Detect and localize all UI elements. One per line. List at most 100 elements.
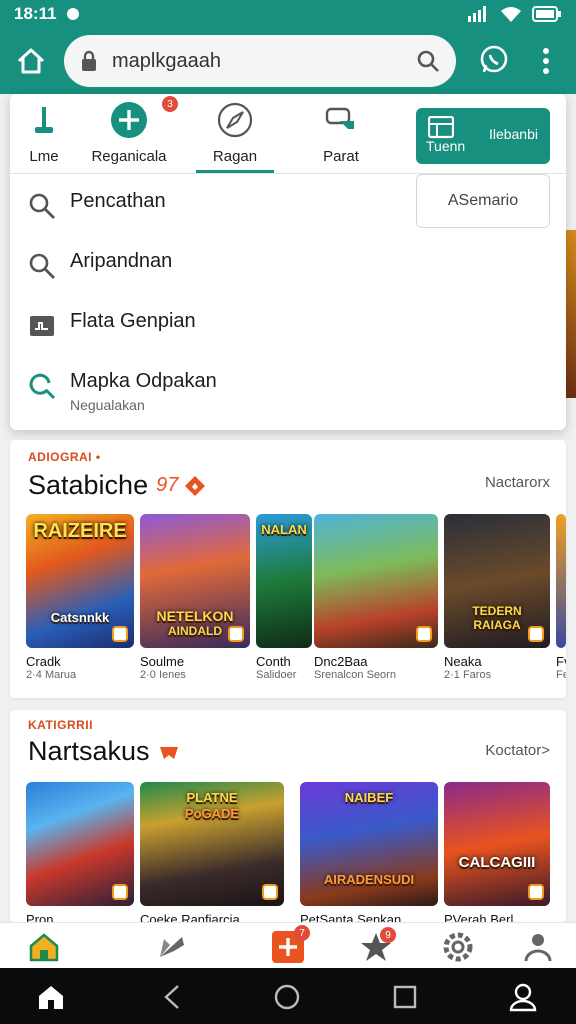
tab-parat[interactable]: Parat	[316, 100, 366, 172]
favorites-button[interactable]: 9	[360, 927, 396, 963]
suggestion-item[interactable]: Mapka Odpakan Negualakan	[28, 370, 217, 413]
game-meta: 2·0 Ienes	[140, 669, 186, 681]
game-art-title: NETELKON	[156, 608, 234, 624]
suggestion-subtext: Negualakan	[70, 397, 145, 413]
game-art-title: TEDERN	[472, 604, 522, 618]
more-vert-icon[interactable]	[536, 46, 556, 76]
add-button[interactable]: 7	[272, 925, 310, 963]
game-name: Cradk	[26, 654, 61, 669]
home-icon[interactable]	[14, 44, 48, 78]
game-art-title: NAIBEF	[344, 790, 394, 805]
game-art-title: NALAN	[261, 522, 307, 537]
see-more-link[interactable]: Koctator>	[485, 742, 550, 759]
controller-icon	[325, 107, 354, 129]
game-thumbnail: RAIZEIRE Catsnnkk	[26, 514, 134, 648]
search-refresh-icon	[29, 373, 56, 400]
section-title: Satabiche 97	[28, 470, 206, 501]
section-title-badge: 97	[156, 474, 179, 496]
tab-lme[interactable]: Lme	[24, 100, 64, 172]
game-card[interactable]: RAIZEIRE Catsnnkk Cradk 2·4 Marua	[26, 514, 134, 681]
game-name: Soulme	[140, 654, 185, 669]
battery-icon	[532, 6, 561, 22]
game-name: Dnc2Baa	[314, 654, 368, 669]
background-content-edge	[566, 230, 576, 398]
game-card[interactable]: Fv Fe	[556, 514, 566, 681]
tab-label: Reganicala	[91, 148, 167, 165]
game-art-title: CALCAGIII	[458, 854, 536, 871]
home-icon[interactable]	[28, 931, 60, 963]
account-icon[interactable]	[508, 982, 538, 1012]
recents-icon[interactable]	[390, 982, 420, 1012]
suggestion-item[interactable]: Pencathan	[28, 190, 166, 220]
game-card[interactable]: Pron	[26, 782, 134, 927]
game-card[interactable]: CALCAGIII PVerah Berl	[444, 782, 550, 927]
joystick-icon	[35, 107, 53, 133]
game-thumbnail	[314, 514, 438, 648]
game-art-subtitle: Catsnnkk	[50, 610, 110, 625]
game-thumbnail: NAIBEF AIRADENSUDI	[300, 782, 438, 906]
suggestion-item[interactable]: Aripandnan	[28, 250, 172, 280]
browser-toolbar	[0, 28, 576, 94]
game-badge-icon	[228, 626, 244, 642]
search-icon[interactable]	[416, 49, 440, 73]
profile-icon[interactable]	[522, 931, 554, 963]
tab-label: Parat	[323, 148, 359, 165]
game-card[interactable]: NALAN Conth Salidoer	[256, 514, 312, 681]
url-input[interactable]	[112, 49, 416, 73]
status-icons	[468, 6, 562, 22]
address-bar[interactable]	[64, 35, 456, 87]
send-icon[interactable]	[156, 931, 188, 963]
game-card[interactable]: Dnc2Baa Srenalcon Seorn	[314, 514, 438, 681]
add-badge: 7	[294, 925, 310, 941]
game-card[interactable]: TEDERN RAIAGA Neaka 2·1 Faros	[444, 514, 550, 681]
add-circle-icon	[111, 102, 147, 138]
suggestion-text: Mapka Odpakan	[70, 370, 217, 392]
game-thumbnail: NETELKON AINDALD	[140, 514, 250, 648]
game-badge-icon	[112, 626, 128, 642]
game-badge-icon	[416, 626, 432, 642]
section-satabiche: ADIOGRAI • Satabiche 97 Nactarorx RAIZEI…	[10, 440, 566, 698]
game-thumbnail	[556, 514, 566, 648]
settings-icon[interactable]	[442, 931, 474, 963]
home-circle-icon[interactable]	[272, 982, 302, 1012]
section-title: Nartsakus	[28, 736, 180, 767]
game-name: Neaka	[444, 654, 482, 669]
bottom-navigation: 7 9	[0, 922, 576, 968]
game-thumbnail: CALCAGIII	[444, 782, 550, 906]
home-icon[interactable]	[36, 982, 66, 1012]
theme-button[interactable]: Tuenn Ilebanbi	[416, 108, 550, 164]
star-badge: 9	[380, 927, 396, 943]
game-thumbnail: PLATNE PoGADE	[140, 782, 284, 906]
search-icon	[29, 253, 55, 279]
section-title-text: Nartsakus	[28, 736, 150, 766]
game-name: Conth	[256, 654, 291, 669]
game-art-subtitle: AIRADENSUDI	[323, 872, 415, 887]
suggestion-item[interactable]: Flata Genpian	[28, 310, 196, 340]
tab-label: Ragan	[212, 148, 258, 165]
game-thumbnail	[26, 782, 134, 906]
search-icon	[29, 193, 55, 219]
tab-reganicala[interactable]: 3 Reganicala	[86, 96, 178, 172]
tab-ragan[interactable]: Ragan	[196, 100, 274, 173]
game-thumbnail: NALAN	[256, 514, 312, 648]
category-tabs: Lme 3 Reganicala Ragan Parat Tuenn Ileba…	[10, 94, 566, 174]
game-card[interactable]: NETELKON AINDALD Soulme 2·0 Ienes	[140, 514, 250, 681]
back-icon[interactable]	[158, 982, 188, 1012]
wifi-icon	[501, 7, 521, 22]
game-thumbnail: TEDERN RAIAGA	[444, 514, 550, 648]
semario-button[interactable]: ASemario	[416, 174, 550, 228]
game-card[interactable]: PLATNE PoGADE Coeke Ranfiarcia	[140, 782, 284, 927]
whatsapp-icon[interactable]	[478, 44, 510, 76]
game-art-title: RAIZEIRE	[33, 520, 127, 542]
game-card[interactable]: NAIBEF AIRADENSUDI PetSanta Senkan	[300, 782, 438, 927]
theme-button-left-label: Tuenn	[426, 138, 466, 154]
game-art-title: PLATNE	[186, 790, 238, 805]
signal-icon	[468, 6, 486, 22]
fire-icon	[159, 746, 178, 759]
game-badge-icon	[112, 884, 128, 900]
document-icon	[30, 316, 54, 336]
status-bar: 18:11	[0, 0, 576, 28]
see-more-link[interactable]: Nactarorx	[485, 474, 550, 491]
notification-dot-icon	[66, 8, 79, 20]
section-nartsakus: KATIGRRII Nartsakus Koctator> Pron PLATN…	[10, 710, 566, 927]
